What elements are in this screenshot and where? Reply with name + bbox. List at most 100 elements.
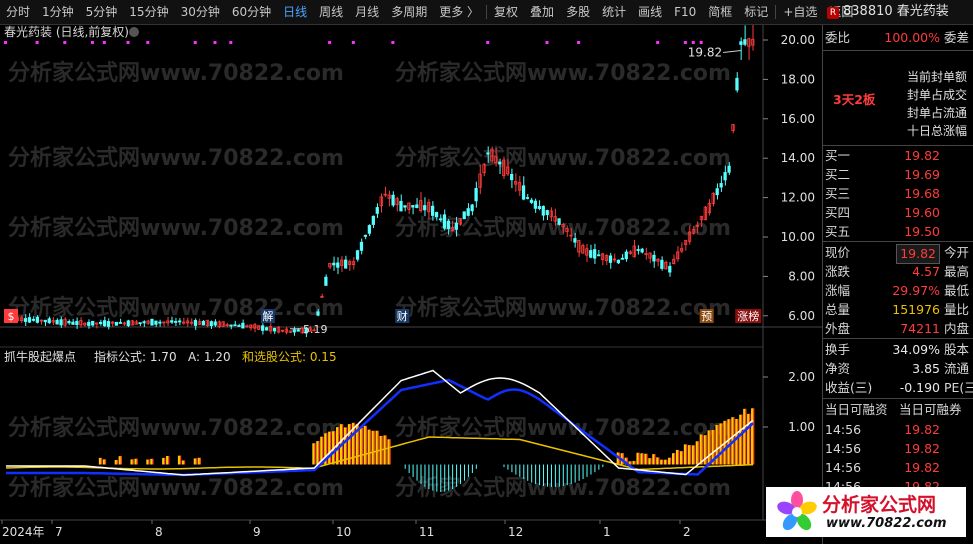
- indicator-bar: [377, 430, 379, 465]
- indicator-header-text: 和选股公式: 0.15: [242, 350, 337, 364]
- candle-body: [636, 249, 640, 251]
- toolbar-item[interactable]: 标记: [738, 0, 774, 24]
- indicator-bar: [148, 459, 150, 465]
- signal-dot: [63, 41, 67, 44]
- price-axis-label: 20.00: [781, 33, 815, 47]
- candle-body: [193, 319, 198, 326]
- candle-body: [375, 207, 379, 214]
- quote-row: 外盘 74211 内盘: [825, 321, 970, 336]
- candle-body: [541, 205, 545, 216]
- candle-body: [75, 320, 79, 326]
- candle-body: [71, 321, 75, 325]
- event-marker-label: 涨榜: [737, 309, 759, 323]
- chevron-down-icon[interactable]: [129, 27, 139, 37]
- candle-body: [292, 329, 296, 333]
- candle-body: [596, 254, 601, 257]
- toolbar-item[interactable]: 叠加: [524, 0, 560, 24]
- indicator-bar: [642, 453, 644, 465]
- x-axis-label: 8: [155, 525, 163, 539]
- candle-body: [142, 321, 146, 324]
- toolbar-item[interactable]: 月线: [349, 0, 385, 24]
- tick-row: 14:5619.82: [825, 441, 940, 456]
- indicator-bar: [662, 459, 664, 465]
- toolbar-item[interactable]: 更多 〉: [433, 0, 485, 24]
- signal-dot: [126, 41, 130, 44]
- candle-body: [608, 255, 613, 263]
- candle-body: [668, 265, 672, 273]
- candle-body: [324, 276, 328, 286]
- candle-body: [529, 199, 534, 203]
- toolbar-item[interactable]: 30分钟: [175, 0, 226, 24]
- candle-body: [719, 183, 723, 188]
- candle-body: [241, 322, 245, 329]
- signal-dot: [328, 41, 332, 44]
- toolbar-item[interactable]: F10: [668, 0, 702, 24]
- indicator-bar: [654, 454, 656, 465]
- indicator-bar: [389, 439, 391, 465]
- toolbar-item[interactable]: 统计: [596, 0, 632, 24]
- kline-chart[interactable]: 分析家公式网www.70822.com 分析家公式网www.70822.com 分析…: [0, 25, 822, 544]
- candle-body: [620, 257, 624, 260]
- watermark-text: 分析家公式网www.70822.com: [395, 60, 731, 86]
- indicator-bar: [100, 457, 103, 465]
- indicator-bar: [670, 457, 672, 465]
- candle-body: [35, 316, 39, 323]
- toolbar-item[interactable]: 分时: [0, 0, 36, 24]
- signal-dot: [229, 41, 233, 44]
- indicator-header-text: 抓牛股起爆点: [4, 349, 76, 364]
- candle-body: [727, 165, 731, 173]
- x-axis-label: 7: [55, 525, 63, 539]
- watermark-text: 分析家公式网www.70822.com: [8, 60, 344, 86]
- tick-row: 14:5619.82: [825, 460, 940, 475]
- indicator-bar: [353, 422, 356, 465]
- candle-body: [723, 172, 727, 181]
- indicator-bar: [183, 460, 186, 465]
- signal-dot: [146, 41, 150, 44]
- indicator-bar: [666, 459, 668, 465]
- toolbar-item[interactable]: 多周期: [385, 0, 433, 24]
- signal-dot: [35, 41, 39, 44]
- toolbar-item[interactable]: 日线: [277, 0, 313, 24]
- buy-row: 买一 19.82: [825, 148, 940, 163]
- toolbar-item[interactable]: 15分钟: [123, 0, 174, 24]
- candle-body: [336, 262, 340, 268]
- candle-body: [138, 322, 142, 325]
- toolbar-item[interactable]: 周线: [313, 0, 349, 24]
- candle-body: [624, 251, 628, 260]
- x-axis-label: 11: [419, 525, 434, 539]
- toolbar-item[interactable]: 画线: [632, 0, 668, 24]
- quote-panel: 委比 100.00% 委差 3天2板 当前封单额 封单占成交 封单占流通 十日总涨幅 买…: [822, 25, 973, 544]
- candle-body: [229, 324, 233, 327]
- signal-dot: [351, 41, 355, 44]
- tick-row: 14:5619.82: [825, 422, 940, 437]
- toolbar-item[interactable]: 多股: [560, 0, 596, 24]
- toolbar-item[interactable]: 60分钟: [226, 0, 277, 24]
- candle-body: [438, 218, 443, 221]
- toolbar-item[interactable]: +自选: [777, 0, 823, 24]
- candle-body: [178, 320, 182, 323]
- event-marker-label: 解: [262, 309, 273, 323]
- signal-dot: [213, 41, 217, 44]
- candle-body: [399, 200, 403, 212]
- candle-body: [213, 321, 217, 326]
- toolbar-item[interactable]: 5分钟: [80, 0, 124, 24]
- indicator-bar: [650, 458, 652, 465]
- toolbar-item[interactable]: 简框: [702, 0, 738, 24]
- indicator-bar: [132, 459, 134, 465]
- candle-body: [557, 218, 561, 225]
- indicator-bar: [745, 408, 747, 465]
- signal-dot: [391, 41, 395, 44]
- toolbar-item[interactable]: 1分钟: [36, 0, 80, 24]
- reason-item: 封单占流通: [907, 106, 968, 120]
- indicator-header-text: A: 1.20: [188, 350, 231, 364]
- indicator-bar: [136, 458, 138, 465]
- toolbar-item[interactable]: 复权: [488, 0, 524, 24]
- candle-body: [367, 225, 371, 234]
- candle-body: [106, 321, 111, 327]
- event-marker-label: 财: [397, 309, 408, 323]
- logo-url: www.70822.com: [826, 515, 947, 531]
- indicator-bar: [693, 445, 696, 465]
- candle-body: [31, 318, 36, 321]
- indicator-bar: [199, 457, 201, 465]
- candle-body: [545, 210, 549, 216]
